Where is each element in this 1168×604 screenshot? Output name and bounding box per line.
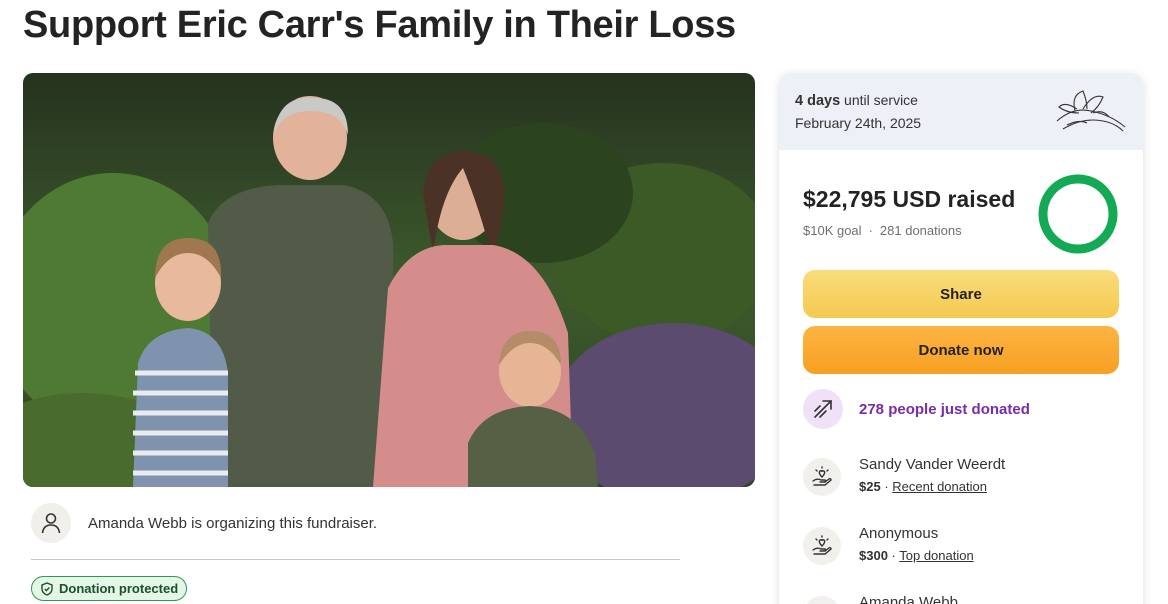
- trending-up-icon: [803, 389, 843, 429]
- fundraiser-photo: [23, 73, 755, 487]
- donor-tag-link[interactable]: Top donation: [899, 548, 973, 563]
- amount-raised: $22,795 USD raised: [803, 186, 1016, 212]
- divider: [31, 559, 680, 560]
- share-button[interactable]: Share: [803, 270, 1119, 318]
- service-until: until service: [844, 92, 918, 108]
- progress-ring: [1038, 174, 1118, 254]
- lily-flower-icon: [1053, 87, 1129, 140]
- donor-amount: $300: [859, 548, 888, 563]
- recent-donors-trend: 278 people just donated: [803, 389, 1030, 429]
- donor-item: Amanda Webb: [803, 594, 958, 604]
- donor-name: Anonymous: [859, 525, 939, 542]
- donation-count: 281 donations: [879, 223, 962, 238]
- heart-hand-icon: [803, 527, 841, 565]
- badge-label: Donation protected: [59, 581, 179, 596]
- donation-protected-badge[interactable]: Donation protected: [31, 576, 188, 601]
- donor-tag-link[interactable]: Recent donation: [892, 479, 987, 494]
- progress-ring-fill: [1038, 174, 1118, 254]
- shield-icon: [41, 581, 53, 596]
- organizer-text: Amanda Webb is organizing this fundraise…: [88, 514, 378, 532]
- page-title: Support Eric Carr's Family in Their Loss: [23, 4, 736, 46]
- donor-meta: $25 · Recent donation: [859, 479, 1005, 494]
- donor-name: Sandy Vander Weerdt: [859, 456, 1006, 473]
- trend-text: 278 people just donated: [859, 400, 1030, 418]
- donor-meta-separator: ·: [887, 548, 900, 563]
- donor-meta: $300 · Top donation: [859, 548, 974, 563]
- service-days: 4 days: [795, 93, 841, 109]
- goal-separator: ·: [868, 223, 873, 238]
- goal-amount: $10K goal: [803, 223, 862, 238]
- heart-hand-icon: [803, 458, 841, 496]
- donor-name: Amanda Webb: [859, 594, 958, 604]
- organizer-row: Amanda Webb is organizing this fundraise…: [31, 502, 681, 544]
- donor-amount: $25: [859, 479, 881, 494]
- donor-item: Anonymous $300 · Top donation: [803, 525, 974, 565]
- service-banner: 4 days until service February 24th, 2025: [779, 73, 1143, 150]
- progress-summary: $22,795 USD raised $10K goal · 281 donatio…: [803, 186, 1015, 238]
- donation-card: 4 days until service February 24th, 2025…: [779, 73, 1143, 604]
- goal-line: $10K goal · 281 donations: [803, 223, 1015, 238]
- donate-now-button[interactable]: Donate now: [803, 326, 1119, 374]
- heart-hand-icon: [803, 596, 841, 604]
- donor-meta-separator: ·: [880, 479, 893, 494]
- donor-item: Sandy Vander Weerdt $25 · Recent donatio…: [803, 456, 1005, 496]
- person-icon: [31, 503, 71, 543]
